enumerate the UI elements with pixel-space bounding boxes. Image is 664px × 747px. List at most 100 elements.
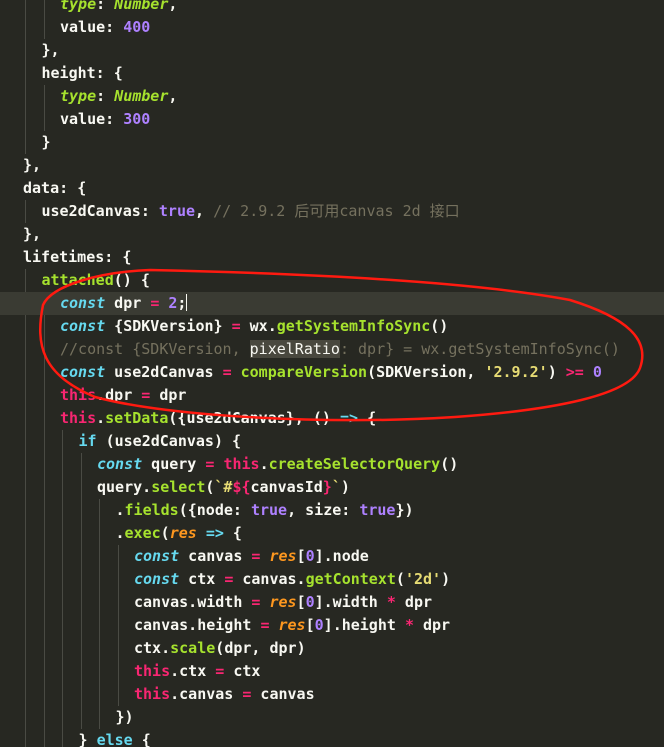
code-line[interactable]: canvas.height = res[0].height * dpr — [0, 614, 664, 637]
code-token: this — [134, 662, 171, 680]
code-token: ] — [314, 593, 324, 611]
code-line[interactable]: } — [0, 131, 664, 154]
code-token: const — [60, 294, 106, 312]
code-token: }) — [395, 501, 414, 519]
code-token: use2dCanvas — [186, 409, 286, 427]
code-token: else — [96, 731, 133, 747]
code-line[interactable]: const use2dCanvas = compareVersion(SDKVe… — [0, 361, 664, 384]
code-token: use2dCanvas: — [41, 202, 159, 220]
code-token: = — [141, 386, 151, 404]
code-token: = — [231, 317, 241, 335]
code-token: { — [77, 179, 87, 197]
code-token: , — [195, 202, 214, 220]
code-token: dpr — [105, 294, 151, 312]
code-token: query — [142, 455, 206, 473]
code-line[interactable]: use2dCanvas: true, // 2.9.2 后可用canvas 2d… — [0, 200, 664, 223]
code-line[interactable]: const {SDKVersion} = wx.getSystemInfoSyn… — [0, 315, 664, 338]
code-line[interactable]: this.setData({use2dCanvas}, () => { — [0, 407, 664, 430]
code-token: value: — [60, 18, 124, 36]
code-line[interactable]: height: { — [0, 62, 664, 85]
code-token: dpr — [395, 593, 433, 611]
code-token: ] — [323, 616, 333, 634]
code-line[interactable]: attached() { — [0, 269, 664, 292]
code-token: } — [41, 133, 51, 151]
code-token: ) — [296, 639, 306, 657]
code-token: wx. — [240, 317, 277, 335]
code-token: getSystemInfoSync — [276, 317, 431, 335]
code-token: type — [60, 87, 97, 105]
code-token: * — [386, 593, 396, 611]
code-line[interactable]: }, — [0, 223, 664, 246]
code-line[interactable]: this.dpr = dpr — [0, 384, 664, 407]
code-line[interactable]: type: Number, — [0, 0, 664, 16]
code-token: } — [115, 708, 125, 726]
code-token: ({ — [168, 409, 187, 427]
code-line[interactable]: query.select(`#${canvasId}`) — [0, 476, 664, 499]
code-line[interactable]: ctx.scale(dpr, dpr) — [0, 637, 664, 660]
code-token: scale — [170, 639, 216, 657]
code-token: height: — [41, 64, 114, 82]
code-line[interactable]: //const {SDKVersion, pixelRatio: dpr} = … — [0, 338, 664, 361]
code-line[interactable]: type: Number, — [0, 85, 664, 108]
code-token: .node — [323, 547, 369, 565]
code-token: ctx. — [134, 639, 171, 657]
code-token: res — [169, 524, 197, 542]
code-token: true — [250, 501, 288, 519]
code-token: query. — [97, 478, 152, 496]
code-token: ( — [367, 363, 377, 381]
code-line[interactable]: value: 400 — [0, 16, 664, 39]
code-token: ( — [160, 524, 170, 542]
code-token: `# — [214, 478, 233, 496]
code-token: const — [134, 547, 180, 565]
code-token: [ — [296, 593, 306, 611]
code-token: type — [60, 0, 97, 13]
code-token: } — [322, 478, 332, 496]
code-token: '2d' — [404, 570, 442, 588]
code-token: { — [122, 248, 132, 266]
code-line[interactable]: data: { — [0, 177, 664, 200]
code-line[interactable]: const ctx = canvas.getContext('2d') — [0, 568, 664, 591]
code-token: [ — [305, 616, 315, 634]
code-line[interactable]: }) — [0, 706, 664, 729]
code-editor[interactable]: type: Number, value: 400}, height: {type: … — [0, 0, 664, 747]
code-token: ) — [340, 478, 350, 496]
code-token: 0 — [305, 547, 315, 565]
code-line[interactable]: const query = this.createSelectorQuery() — [0, 453, 664, 476]
code-token: => — [205, 524, 224, 542]
code-token: ) — [547, 363, 566, 381]
code-token: exec — [124, 524, 161, 542]
code-token: () — [440, 455, 459, 473]
code-token: this — [60, 409, 97, 427]
code-token: = — [150, 294, 160, 312]
code-line[interactable]: .fields({node: true, size: true}) — [0, 499, 664, 522]
code-line[interactable]: .exec(res => { — [0, 522, 664, 545]
text-cursor — [186, 294, 188, 311]
code-line[interactable]: lifetimes: { — [0, 246, 664, 269]
code-token: use2dCanvas — [105, 363, 223, 381]
code-line[interactable]: }, — [0, 154, 664, 177]
code-line[interactable]: }, — [0, 39, 664, 62]
code-token: . — [115, 501, 125, 519]
code-token: res — [278, 616, 306, 634]
code-line[interactable]: const dpr = 2; — [0, 292, 664, 315]
code-line[interactable]: this.canvas = canvas — [0, 683, 664, 706]
code-token: // 2.9.2 后可用canvas 2d 接口 — [213, 202, 460, 220]
code-line[interactable]: } else { — [0, 729, 664, 747]
code-token: ( — [215, 639, 225, 657]
code-token: ` — [331, 478, 341, 496]
code-line[interactable]: value: 300 — [0, 108, 664, 131]
code-line[interactable]: if (use2dCanvas) { — [0, 430, 664, 453]
code-token: , — [168, 87, 178, 105]
code-token: } — [23, 156, 33, 174]
code-line[interactable]: canvas.width = res[0].width * dpr — [0, 591, 664, 614]
code-line[interactable]: const canvas = res[0].node — [0, 545, 664, 568]
code-token: { — [367, 409, 377, 427]
code-token: , — [168, 0, 178, 13]
code-line[interactable]: this.ctx = ctx — [0, 660, 664, 683]
code-token: SDKVersion, — [376, 363, 485, 381]
code-token: 400 — [123, 18, 151, 36]
